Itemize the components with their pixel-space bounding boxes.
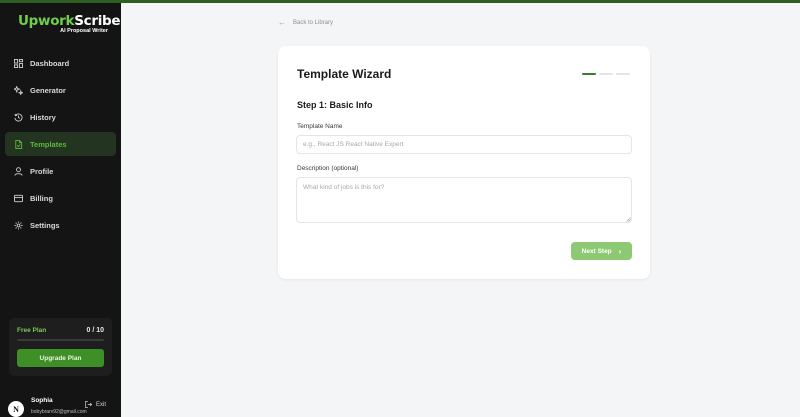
resize-grip-icon[interactable]	[626, 217, 631, 222]
sidebar: UpworkScribe AI Proposal Writer Dashboar…	[0, 3, 121, 417]
sidebar-item-label: Generator	[30, 85, 66, 95]
description-label: Description (optional)	[297, 165, 359, 172]
sidebar-item-history[interactable]: History	[5, 105, 116, 129]
gear-icon	[13, 220, 23, 230]
exit-button[interactable]: Exit	[85, 401, 106, 408]
history-icon	[13, 112, 23, 122]
step-segment-2	[599, 73, 613, 75]
plan-name: Free Plan	[17, 327, 47, 334]
sidebar-item-dashboard[interactable]: Dashboard	[5, 51, 116, 75]
exit-label: Exit	[96, 401, 107, 408]
back-to-library-link[interactable]: ← Back to Library	[278, 18, 333, 27]
sidebar-item-billing[interactable]: Billing	[5, 186, 116, 210]
sidebar-nav: Dashboard Generator History Templates Pr…	[5, 51, 116, 240]
step-progress-indicator	[582, 73, 630, 75]
template-wizard-card: Template Wizard Step 1: Basic Info Templ…	[278, 46, 650, 279]
page-title: Template Wizard	[297, 67, 392, 81]
next-step-label: Next Step	[581, 247, 612, 255]
sidebar-item-generator[interactable]: Generator	[5, 78, 116, 102]
sidebar-item-settings[interactable]: Settings	[5, 213, 116, 237]
avatar[interactable]: N	[8, 401, 24, 417]
sidebar-item-label: Templates	[30, 139, 67, 149]
file-icon	[13, 139, 23, 149]
template-name-input[interactable]	[296, 135, 632, 154]
plan-usage-bar	[17, 339, 104, 341]
next-step-button[interactable]: Next Step ›	[571, 242, 632, 260]
sidebar-item-label: Billing	[30, 193, 53, 203]
sparkle-icon	[13, 85, 23, 95]
back-label: Back to Library	[293, 19, 334, 26]
sidebar-item-label: Profile	[30, 166, 54, 176]
chevron-right-icon: ›	[618, 246, 622, 256]
upgrade-plan-button[interactable]: Upgrade Plan	[17, 349, 104, 367]
sidebar-item-templates[interactable]: Templates	[5, 132, 116, 156]
user-name: Sophia	[31, 397, 53, 404]
user-icon	[13, 166, 23, 176]
plan-card: Free Plan 0 / 10 Upgrade Plan	[9, 318, 112, 376]
sidebar-item-label: Dashboard	[30, 58, 70, 68]
template-name-label: Template Name	[297, 123, 343, 130]
logo[interactable]: UpworkScribe AI Proposal Writer	[18, 13, 121, 34]
step-segment-1	[582, 73, 596, 75]
user-email: bobybrarv92@gmail.com	[31, 409, 87, 415]
sidebar-item-profile[interactable]: Profile	[5, 159, 116, 183]
step-heading: Step 1: Basic Info	[297, 100, 373, 110]
step-segment-3	[616, 73, 630, 75]
logo-part1: Upwork	[18, 13, 75, 29]
description-textarea[interactable]	[296, 177, 632, 223]
logo-part2: Scribe	[74, 13, 121, 29]
logout-icon	[85, 401, 92, 408]
user-panel: N Sophia bobybrarv92@gmail.com Exit	[0, 389, 121, 417]
card-icon	[13, 193, 23, 203]
grid-icon	[13, 58, 23, 68]
arrow-left-icon: ←	[278, 18, 286, 27]
logo-tagline: AI Proposal Writer	[60, 28, 108, 34]
sidebar-item-label: Settings	[30, 220, 60, 230]
plan-usage-count: 0 / 10	[86, 327, 104, 334]
sidebar-item-label: History	[30, 112, 56, 122]
